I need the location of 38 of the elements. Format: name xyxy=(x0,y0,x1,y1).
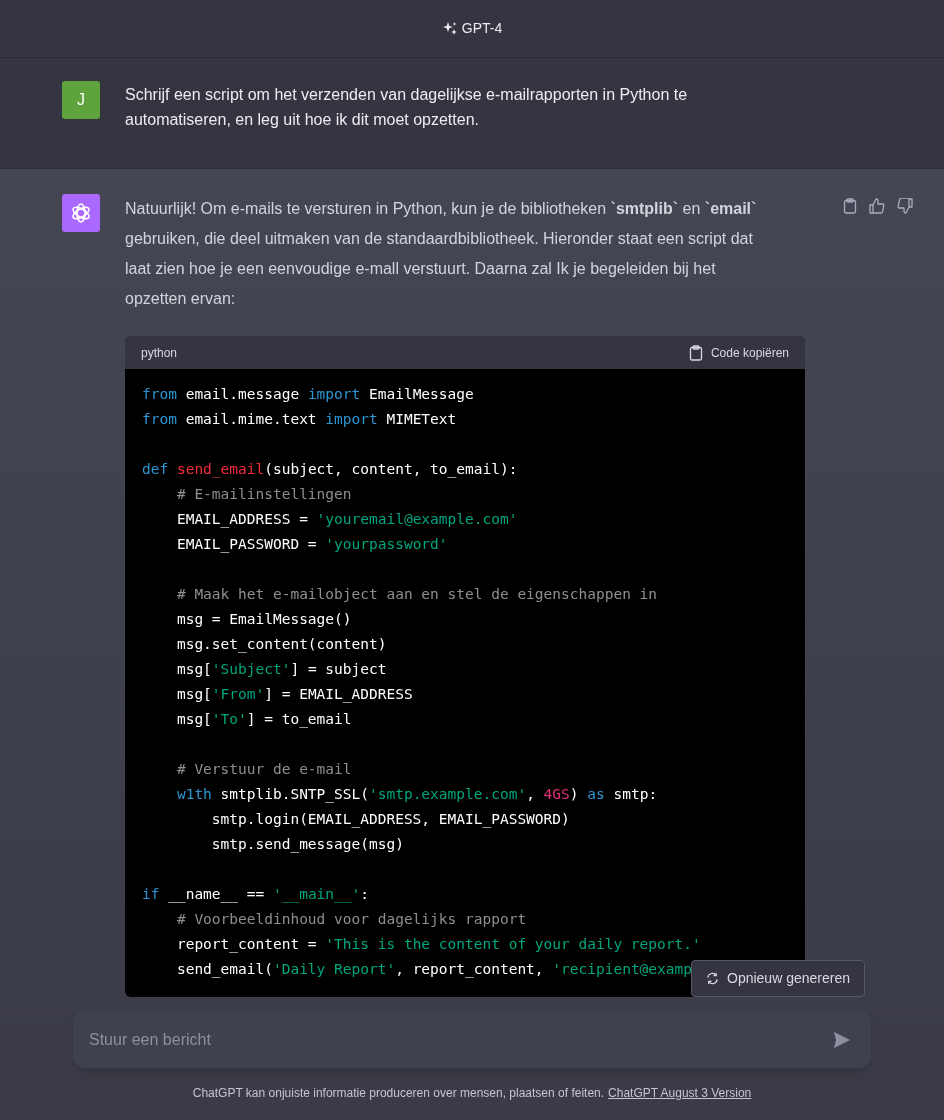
assistant-message: Natuurlijk! Om e-mails te versturen in Python, kun je de bibliotheken `smtplib` en `email` gebruiken, die deel uitmaken van de standaardbibliotheek. Hieronder staat een script dat laat zien hoe je een eenvoudige e-mall verstuurt. Daarna zal Ik je begeleiden bij het opzetten ervan: xyxy=(125,199,758,309)
code-line: smtp.login(EMAIL_ADDRESS, EMAIL_PASSWORD) xyxy=(210,810,570,830)
send-icon[interactable] xyxy=(833,1031,851,1049)
code-line: EMAIL_PASSWORD = 'yourpassword' xyxy=(175,535,448,555)
user-avatar: J xyxy=(62,81,100,119)
code-line: send_email('Daily Report', report_content, 'recipient@examp xyxy=(175,960,692,980)
code-line: if __name__ == '__main__': xyxy=(142,885,369,905)
assistant-avatar-icon xyxy=(62,194,100,232)
code-line: msg['Subject'] = subject xyxy=(175,660,387,679)
code-line: # Voorbeeldinhoud voor dagelijks rapport xyxy=(175,910,527,929)
code-line: def send_email(subject, content, to_email): xyxy=(142,460,518,480)
clipboard-icon[interactable] xyxy=(843,198,857,214)
model-name: GPT-4 xyxy=(461,19,503,38)
regenerate-button[interactable]: Opnieuw genereren xyxy=(691,960,865,997)
code-line: # E-mailinstellingen xyxy=(175,485,352,504)
sparkle-icon xyxy=(441,20,458,37)
version-link[interactable]: ChatGPT August 3 Version xyxy=(608,1084,752,1102)
code-line: EMAIL_ADDRESS = 'youremail@example.com' xyxy=(175,510,518,530)
code-line: from email.mime.text import MIMEText xyxy=(142,410,457,429)
code-line: msg['From'] = EMAIL_ADDRESS xyxy=(175,685,413,705)
code-line: smtp.send_message(msg) xyxy=(210,835,404,855)
refresh-icon xyxy=(706,972,719,985)
thumbs-down-icon[interactable] xyxy=(897,198,913,214)
clipboard-icon xyxy=(688,344,703,361)
disclaimer-text: ChatGPT kan onjuiste informatie produceren over mensen, plaatsen of feiten. xyxy=(192,1085,605,1102)
code-line: report_content = 'This is the content of your daily report.' xyxy=(175,935,701,955)
code-line: from email.message import EmailMessage xyxy=(142,385,474,404)
code-line: w1th smtplib.SNTP_SSL('smtp.example.com', 4GS) as smtp: xyxy=(175,785,658,805)
code-line: # Verstuur de e-mail xyxy=(175,760,352,779)
thumbs-up-icon[interactable] xyxy=(869,198,885,214)
user-message: Schrijf een script om het verzenden van dagelijkse e-mailrapporten in Python te automatiseren, en leg uit hoe ik dit moet opzetten. xyxy=(125,85,689,130)
code-line: # Maak het e-mailobject aan en stel de eigenschappen in xyxy=(175,585,658,604)
code-line: msg['To'] = to_email xyxy=(175,710,352,730)
message-input[interactable]: Stuur een bericht xyxy=(73,1011,871,1068)
code-line: msg = EmailMessage() xyxy=(175,610,352,629)
code-language: python xyxy=(141,344,178,362)
copy-code-button[interactable]: Code kopiëren xyxy=(688,343,789,362)
code-line: msg.set_content(content) xyxy=(175,635,387,655)
